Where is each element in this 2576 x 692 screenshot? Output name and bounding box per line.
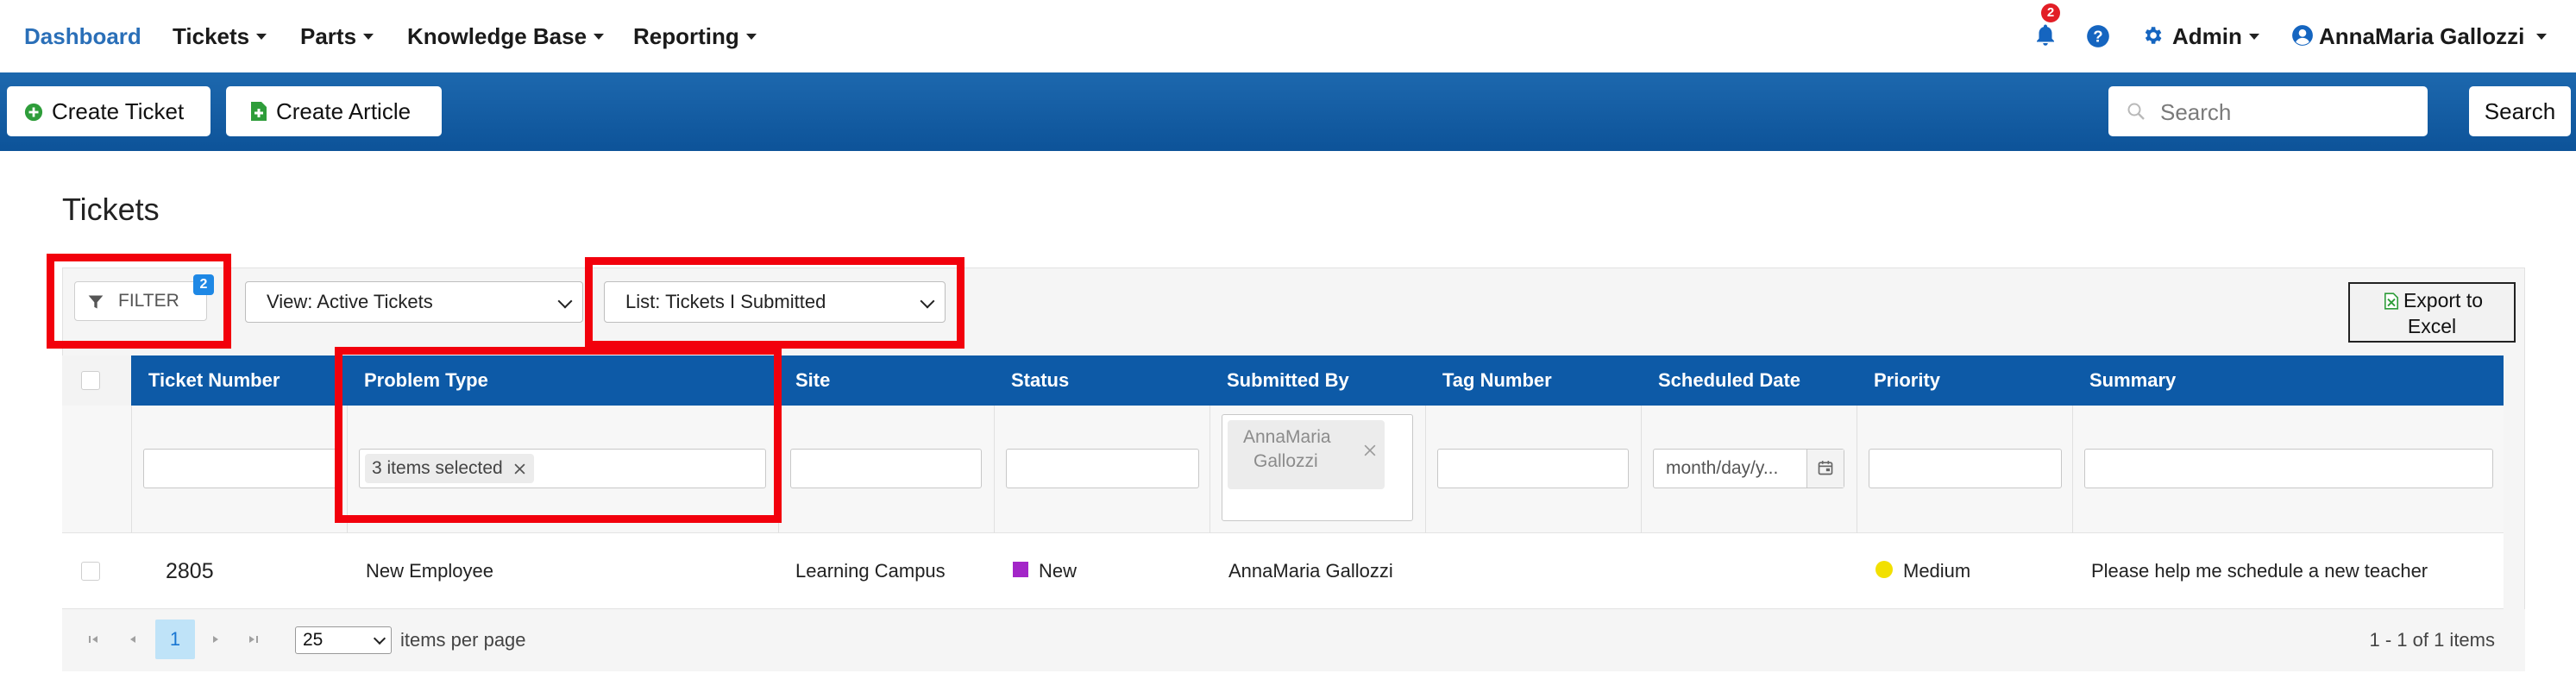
select-all-checkbox[interactable] <box>81 371 100 390</box>
site-filter[interactable] <box>790 449 982 488</box>
search-button[interactable]: Search <box>2469 86 2571 136</box>
nav-parts-label: Parts <box>300 23 357 49</box>
first-page-icon[interactable] <box>86 632 100 646</box>
nav-tickets[interactable]: Tickets <box>173 0 267 72</box>
view-select-value: View: Active Tickets <box>267 291 433 312</box>
page-title: Tickets <box>62 192 160 227</box>
create-article-button[interactable]: Create Article <box>226 86 442 136</box>
scheduled-date-filter[interactable]: month/day/y... <box>1653 449 1844 488</box>
cell-summary: Please help me schedule a new teacher <box>2091 560 2428 582</box>
items-per-page-label: items per page <box>400 629 526 651</box>
create-ticket-button[interactable]: Create Ticket <box>7 86 210 136</box>
cell-submitted-by: AnnaMaria Gallozzi <box>1228 560 1393 582</box>
nav-tickets-label: Tickets <box>173 23 250 49</box>
nav-knowledge-base-label: Knowledge Base <box>407 23 587 49</box>
select-all-cell <box>62 355 131 406</box>
page-size-value: 25 <box>303 630 324 650</box>
column-header-status[interactable]: Status <box>1011 355 1069 406</box>
bell-icon[interactable] <box>2033 22 2058 48</box>
nav-dashboard[interactable]: Dashboard <box>24 0 141 72</box>
top-navigation: Dashboard Tickets Parts Knowledge Base R… <box>0 0 2576 72</box>
nav-user-label: AnnaMaria Gallozzi <box>2319 23 2525 49</box>
create-article-label: Create Article <box>276 98 412 124</box>
nav-admin[interactable]: Admin <box>2141 0 2259 72</box>
submitted-by-filter[interactable]: AnnaMaria Gallozzi <box>1222 414 1413 521</box>
calendar-button[interactable] <box>1806 450 1844 488</box>
ticket-number-filter[interactable] <box>143 449 340 488</box>
priority-dot-icon <box>1875 561 1893 579</box>
create-ticket-label: Create Ticket <box>52 98 185 124</box>
caret-down-icon <box>594 33 605 40</box>
chevron-down-icon <box>557 293 573 309</box>
export-label-line1: Export to <box>2403 289 2484 311</box>
gear-icon <box>2145 27 2162 44</box>
caret-down-icon <box>2248 33 2259 40</box>
tag-number-filter[interactable] <box>1437 449 1629 488</box>
nav-knowledge-base[interactable]: Knowledge Base <box>407 0 605 72</box>
nav-admin-label: Admin <box>2172 23 2242 49</box>
highlight-box-filter <box>47 254 231 349</box>
cell-ticket-number[interactable]: 2805 <box>166 533 214 609</box>
column-header-priority[interactable]: Priority <box>1874 355 1940 406</box>
close-icon[interactable] <box>1364 444 1376 456</box>
row-checkbox[interactable] <box>81 562 100 581</box>
calendar-icon <box>1818 461 1833 475</box>
cell-priority: Medium <box>1875 533 1970 609</box>
priority-label: Medium <box>1903 560 1971 582</box>
search-field[interactable] <box>2108 86 2428 138</box>
submitted-by-chip-line1: AnnaMaria <box>1243 427 1331 447</box>
status-label: New <box>1039 560 1078 582</box>
caret-down-icon <box>256 33 267 40</box>
page-1-button[interactable]: 1 <box>155 620 195 659</box>
summary-filter[interactable] <box>2084 449 2493 488</box>
cell-problem-type: New Employee <box>366 560 493 582</box>
nav-reporting[interactable]: Reporting <box>633 0 757 72</box>
cell-site: Learning Campus <box>795 560 946 582</box>
user-circle-icon <box>2292 25 2313 46</box>
file-plus-icon <box>251 102 267 121</box>
nav-parts[interactable]: Parts <box>300 0 374 72</box>
notification-badge: 2 <box>2041 3 2060 22</box>
submitted-by-chip: AnnaMaria Gallozzi <box>1228 420 1385 489</box>
priority-filter[interactable] <box>1869 449 2062 488</box>
pager-summary: 1 - 1 of 1 items <box>2369 629 2495 651</box>
column-header-scheduled-date[interactable]: Scheduled Date <box>1658 355 1800 406</box>
action-toolbar: Create Ticket Create Article Search <box>0 72 2576 151</box>
highlight-box-problem-type <box>335 347 782 523</box>
status-color-square <box>1013 562 1028 578</box>
status-filter[interactable] <box>1006 449 1199 488</box>
search-input[interactable] <box>2158 86 2421 138</box>
chevron-down-icon <box>373 632 386 645</box>
cell-status: New <box>1013 533 1077 609</box>
column-header-ticket-number[interactable]: Ticket Number <box>148 355 280 406</box>
previous-page-icon[interactable] <box>126 632 140 646</box>
next-page-icon[interactable] <box>209 632 223 646</box>
column-header-site[interactable]: Site <box>795 355 830 406</box>
export-label-line2: Excel <box>2407 315 2457 337</box>
excel-file-icon <box>2384 293 2398 310</box>
nav-user-menu[interactable]: AnnaMaria Gallozzi <box>2291 0 2548 72</box>
view-select[interactable]: View: Active Tickets <box>245 281 583 323</box>
plus-circle-icon <box>24 103 43 122</box>
last-page-icon[interactable] <box>247 632 261 646</box>
nav-reporting-label: Reporting <box>633 23 739 49</box>
page-size-select[interactable]: 25 <box>295 626 392 654</box>
column-header-summary[interactable]: Summary <box>2089 355 2176 406</box>
submitted-by-chip-line2: Gallozzi <box>1253 451 1318 471</box>
caret-down-icon <box>2536 33 2548 40</box>
scheduled-date-placeholder: month/day/y... <box>1666 458 1779 478</box>
help-icon[interactable]: ? <box>2086 24 2110 48</box>
caret-down-icon <box>363 33 374 40</box>
column-header-tag-number[interactable]: Tag Number <box>1442 355 1552 406</box>
highlight-box-list-select <box>585 257 964 349</box>
column-header-submitted-by[interactable]: Submitted By <box>1227 355 1349 406</box>
caret-down-icon <box>745 33 757 40</box>
export-excel-button[interactable]: Export to Excel <box>2348 282 2516 343</box>
search-icon <box>2127 103 2145 120</box>
svg-text:?: ? <box>2093 27 2102 45</box>
